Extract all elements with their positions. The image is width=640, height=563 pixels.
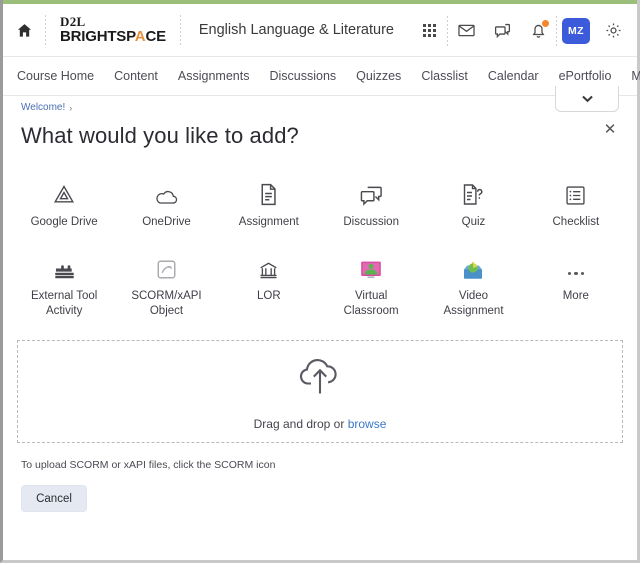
course-navbar: Course Home Content Assignments Discussi… (3, 57, 640, 96)
gear-icon[interactable] (595, 13, 631, 49)
tile-label: Google Drive (30, 216, 98, 228)
tile-lor[interactable]: LOR (218, 247, 320, 318)
tile-scorm-xapi-object[interactable]: SCORM/xAPI Object (115, 247, 217, 318)
nav-item-calendar[interactable]: Calendar (488, 69, 539, 83)
nav-item-classlist[interactable]: Classlist (421, 69, 468, 83)
tile-label: Assignment (238, 216, 299, 228)
logo-text-post: CE (145, 28, 166, 45)
tile-label: Video Assignment (443, 290, 504, 317)
tile-label: Discussion (343, 216, 399, 228)
browse-link[interactable]: browse (348, 417, 387, 431)
tile-label: Quiz (461, 216, 486, 228)
tile-label: Checklist (552, 216, 600, 228)
virtual-classroom-icon (359, 251, 383, 281)
nav-item-assignments[interactable]: Assignments (178, 69, 250, 83)
nav-item-discussions[interactable]: Discussions (269, 69, 336, 83)
tile-quiz[interactable]: Quiz (422, 173, 524, 229)
tile-label: More (562, 290, 589, 303)
breadcrumb-chevron-icon: › (69, 102, 73, 113)
nav-item-eportfolio[interactable]: ePortfolio (559, 69, 612, 83)
tile-onedrive[interactable]: OneDrive (115, 173, 217, 229)
tile-virtual-classroom[interactable]: Virtual Classroom (320, 247, 422, 318)
logo-d2l-text: D2L (60, 14, 86, 29)
tile-label: External Tool Activity (31, 290, 98, 317)
avatar[interactable]: MZ (562, 17, 590, 44)
tile-label: Virtual Classroom (343, 290, 399, 317)
brightspace-logo[interactable]: D2L BRIGHTSPACE (46, 15, 180, 45)
nav-item-course-home[interactable]: Course Home (17, 69, 94, 83)
tile-discussion[interactable]: Discussion (320, 173, 422, 229)
cancel-button[interactable]: Cancel (21, 485, 87, 513)
tile-external-tool-activity[interactable]: External Tool Activity (13, 247, 115, 318)
google-drive-icon (52, 177, 76, 207)
tile-label: SCORM/xAPI Object (131, 290, 202, 317)
add-content-grid: Google Drive OneDrive Assignment Discuss… (3, 173, 637, 318)
nav-item-more[interactable]: More (631, 69, 640, 83)
tile-checklist[interactable]: Checklist (525, 173, 627, 229)
tile-more[interactable]: More (525, 247, 627, 318)
notification-badge (542, 19, 549, 27)
lor-icon (258, 251, 279, 281)
scorm-xapi-icon (155, 251, 178, 281)
tile-label: OneDrive (142, 216, 191, 228)
header-actions: MZ (411, 4, 631, 57)
scorm-hint-text: To upload SCORM or xAPI files, click the… (21, 459, 276, 472)
collapse-dropdown-button[interactable] (555, 86, 619, 112)
tile-assignment[interactable]: Assignment (218, 173, 320, 229)
nav-item-content[interactable]: Content (114, 69, 158, 83)
close-icon[interactable]: ✕ (601, 120, 619, 138)
waffle-menu-icon[interactable] (411, 13, 447, 49)
home-icon[interactable] (3, 23, 45, 38)
breadcrumb[interactable]: Welcome! › (21, 102, 637, 113)
video-assignment-icon (461, 251, 485, 281)
nav-item-quizzes[interactable]: Quizzes (356, 69, 401, 83)
logo-brightspace-text: BRIGHTSPACE (60, 29, 166, 44)
course-title[interactable]: English Language & Literature (181, 22, 394, 38)
dropzone-text: Drag and drop or browse (254, 417, 387, 431)
dropzone-text-prefix: Drag and drop or (253, 417, 348, 432)
global-header: D2L BRIGHTSPACE English Language & Liter… (3, 4, 637, 57)
chevron-down-icon (581, 95, 593, 103)
discussion-icon (359, 177, 384, 207)
nav-item-more-label: More (631, 69, 640, 83)
assignment-icon (258, 177, 279, 207)
onedrive-icon (153, 177, 179, 207)
tile-label: LOR (257, 290, 281, 303)
more-dots-icon (567, 251, 585, 281)
logo-text-pre: BRIGHTSP (60, 28, 135, 45)
page-title: What would you like to add? (21, 123, 299, 148)
email-icon[interactable] (448, 13, 484, 49)
quiz-icon (461, 177, 485, 207)
brightspace-window: D2L BRIGHTSPACE English Language & Liter… (0, 0, 640, 563)
breadcrumb-link-welcome[interactable]: Welcome! (21, 102, 65, 113)
cloud-upload-icon (292, 352, 348, 407)
tile-video-assignment[interactable]: Video Assignment (422, 247, 524, 318)
external-tool-icon (52, 251, 77, 281)
checklist-icon (564, 177, 587, 207)
file-dropzone[interactable]: Drag and drop or browse (17, 340, 623, 444)
tile-google-drive[interactable]: Google Drive (13, 173, 115, 229)
logo-text-accent: A (134, 28, 146, 45)
header-divider-4 (556, 15, 557, 46)
chat-icon[interactable] (484, 13, 520, 49)
notifications-bell-icon[interactable] (520, 13, 556, 49)
